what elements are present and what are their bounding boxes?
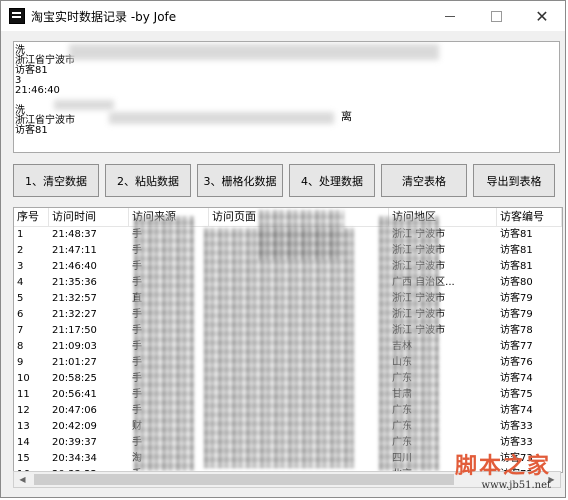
cell-time: 21:09:03 (52, 341, 97, 352)
close-icon: ✕ (535, 6, 549, 26)
cell-time: 20:34:34 (52, 453, 97, 464)
cell-index: 4 (17, 277, 24, 288)
cell-time: 20:47:06 (52, 405, 97, 416)
export-to-excel-button[interactable]: 导出到表格 (473, 164, 555, 197)
close-button[interactable]: ✕ (519, 1, 565, 31)
clear-data-button[interactable]: 1、清空数据 (13, 164, 99, 197)
cell-index: 5 (17, 293, 24, 304)
cell-time: 21:01:27 (52, 357, 97, 368)
cell-index: 15 (17, 453, 30, 464)
cell-visitor: 访客79 (500, 309, 533, 320)
cell-visitor: 访客33 (500, 421, 533, 432)
app-icon (9, 8, 25, 24)
cell-index: 9 (17, 357, 24, 368)
cell-index: 6 (17, 309, 24, 320)
minimize-icon (445, 15, 455, 17)
action-toolbar: 1、清空数据 2、粘贴数据 3、栅格化数据 4、处理数据 清空表格 导出到表格 (13, 164, 561, 198)
cell-time: 20:58:25 (52, 373, 97, 384)
cell-time: 21:17:50 (52, 325, 97, 336)
redacted-region (69, 44, 439, 60)
rasterize-data-button[interactable]: 3、栅格化数据 (197, 164, 283, 197)
paste-data-button[interactable]: 2、粘贴数据 (105, 164, 191, 197)
log-line: 21:46:40 (15, 85, 60, 96)
cell-time: 21:46:40 (52, 261, 97, 272)
maximize-button[interactable] (473, 1, 519, 31)
cell-index: 8 (17, 341, 24, 352)
column-header-time[interactable]: 访问时间 (49, 208, 129, 226)
redacted-region (109, 112, 334, 124)
redacted-region (204, 228, 354, 468)
cell-visitor: 访客76 (500, 357, 533, 368)
cell-time: 21:47:11 (52, 245, 97, 256)
app-window: 淘宝实时数据记录 -by Jofe ✕ 洗 浙江省宁波市 访客81 3 21:4… (0, 0, 566, 498)
watermark-url: www.jb51.net (481, 480, 551, 491)
site-watermark: 脚本之家 www.jb51.net (455, 448, 551, 491)
cell-visitor: 访客78 (500, 325, 533, 336)
cell-visitor: 访客79 (500, 293, 533, 304)
redacted-region (379, 216, 439, 471)
cell-visitor: 访客74 (500, 405, 533, 416)
cell-index: 14 (17, 437, 30, 448)
redacted-region (134, 216, 194, 471)
log-line: 访客81 (15, 65, 48, 76)
log-fragment: 离 (341, 110, 352, 123)
cell-index: 7 (17, 325, 24, 336)
clear-table-button[interactable]: 清空表格 (381, 164, 467, 197)
redacted-region (259, 210, 344, 260)
window-title: 淘宝实时数据记录 -by Jofe (31, 9, 177, 24)
log-line: 访客81 (15, 125, 48, 136)
cell-visitor: 访客80 (500, 277, 533, 288)
minimize-button[interactable] (427, 1, 473, 31)
cell-index: 2 (17, 245, 24, 256)
process-data-button[interactable]: 4、处理数据 (289, 164, 375, 197)
cell-time: 20:42:09 (52, 421, 97, 432)
cell-time: 20:39:37 (52, 437, 97, 448)
cell-index: 13 (17, 421, 30, 432)
redacted-region (54, 100, 114, 110)
cell-index: 1 (17, 229, 24, 240)
cell-time: 21:32:57 (52, 293, 97, 304)
cell-time: 21:32:27 (52, 309, 97, 320)
column-header-index[interactable]: 序号 (14, 208, 49, 226)
cell-index: 11 (17, 389, 30, 400)
data-table[interactable]: 序号 访问时间 访问来源 访问页面 访问地区 访客编号 121:48:37手浙江… (13, 207, 563, 473)
cell-visitor: 访客77 (500, 341, 533, 352)
raw-data-textarea[interactable]: 洗 浙江省宁波市 访客81 3 21:46:40 洗 浙江省宁波市 访客81 离 (13, 41, 560, 153)
cell-index: 3 (17, 261, 24, 272)
cell-time: 21:35:36 (52, 277, 97, 288)
maximize-icon (490, 10, 502, 22)
cell-index: 10 (17, 373, 30, 384)
column-header-visitor[interactable]: 访客编号 (497, 208, 562, 226)
window-controls: ✕ (427, 1, 565, 31)
cell-time: 20:56:41 (52, 389, 97, 400)
cell-visitor: 访客81 (500, 261, 533, 272)
log-line: 3 (15, 75, 22, 86)
cell-visitor: 访客81 (500, 229, 533, 240)
cell-visitor: 访客81 (500, 245, 533, 256)
title-bar[interactable]: 淘宝实时数据记录 -by Jofe ✕ (1, 1, 565, 31)
cell-time: 21:48:37 (52, 229, 97, 240)
scroll-left-icon[interactable]: ◀ (14, 472, 31, 487)
watermark-title: 脚本之家 (454, 453, 551, 479)
cell-visitor: 访客75 (500, 389, 533, 400)
cell-visitor: 访客74 (500, 373, 533, 384)
scrollbar-thumb[interactable] (34, 474, 454, 485)
cell-index: 12 (17, 405, 30, 416)
